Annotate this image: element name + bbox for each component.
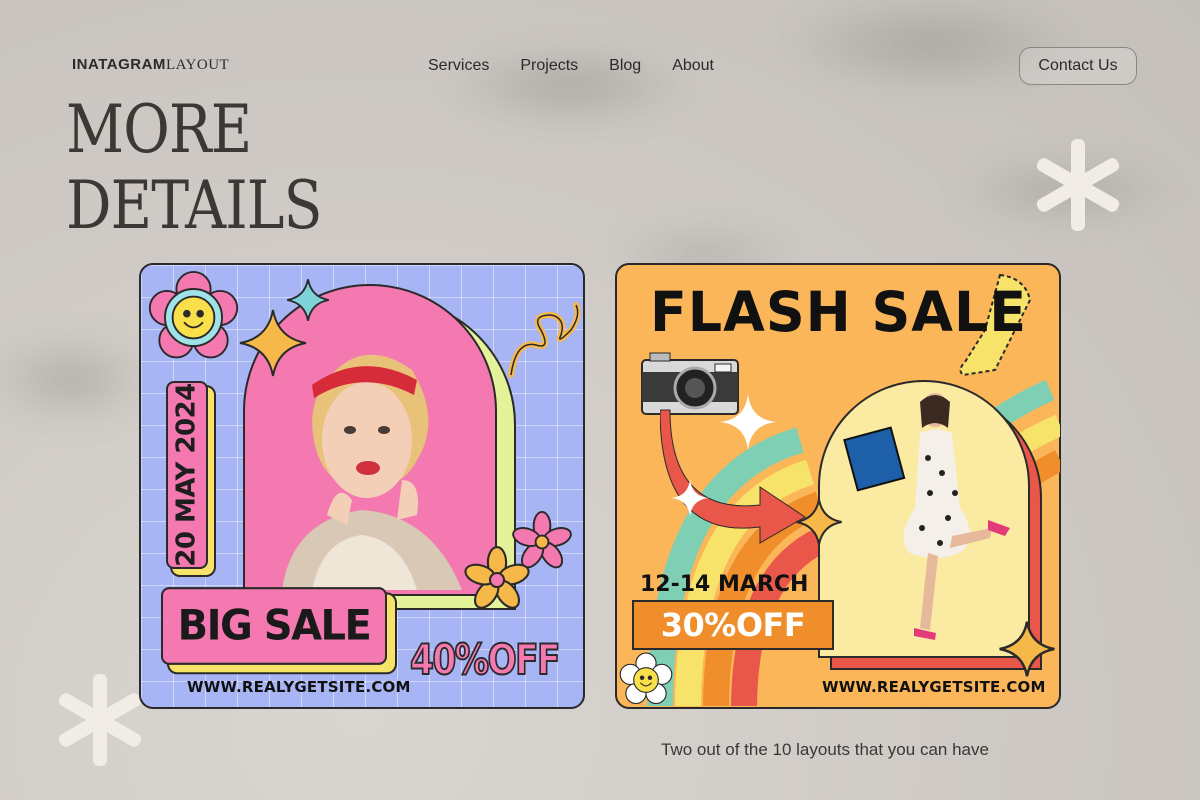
title-line-1: MORE (66, 91, 252, 168)
brand-thin: LAYOUT (165, 57, 230, 73)
website-url: WWW.REALYGETSITE.COM (187, 678, 411, 696)
brand-bold: INATAGRAM (72, 56, 166, 73)
asterisk-icon (1036, 139, 1120, 231)
date-text: 20 MAY 2024 (172, 383, 203, 567)
sale-dates: 12-14 MARCH (640, 572, 809, 597)
nav-blog[interactable]: Blog (609, 57, 641, 75)
contact-us-button[interactable]: Contact Us (1019, 47, 1137, 85)
brand-logo[interactable]: INATAGRAMLAYOUT (72, 56, 229, 74)
discount-label: 40%OFF (409, 634, 561, 685)
shopper-photo (843, 393, 1010, 640)
website-url: WWW.REALYGETSITE.COM (822, 678, 1046, 696)
nav-about[interactable]: About (672, 57, 714, 75)
smiley-flower-icon (619, 652, 673, 705)
sparkle-icon (671, 479, 709, 517)
discount-label: 30%OFF (632, 600, 834, 650)
sparkle-icon (719, 393, 777, 451)
flash-sale-title: FLASH SALE (650, 280, 1028, 344)
sparkle-icon (287, 279, 329, 321)
flower-icon (464, 546, 530, 609)
sparkle-icon (999, 621, 1055, 677)
sparkle-icon (796, 499, 842, 545)
page-title: MORE DETAILS (66, 91, 323, 244)
squiggle-icon (508, 302, 581, 378)
title-line-2: DETAILS (66, 167, 323, 244)
date-badge: 20 MAY 2024 (166, 381, 208, 569)
nav-services[interactable]: Services (428, 57, 489, 75)
layouts-caption: Two out of the 10 layouts that you can h… (661, 740, 989, 759)
nav-projects[interactable]: Projects (520, 57, 578, 75)
big-sale-banner: BIG SALE (161, 587, 387, 665)
asterisk-icon (58, 674, 142, 766)
smiley-flower-icon (148, 270, 239, 359)
main-nav: Services Projects Blog About (428, 57, 714, 75)
